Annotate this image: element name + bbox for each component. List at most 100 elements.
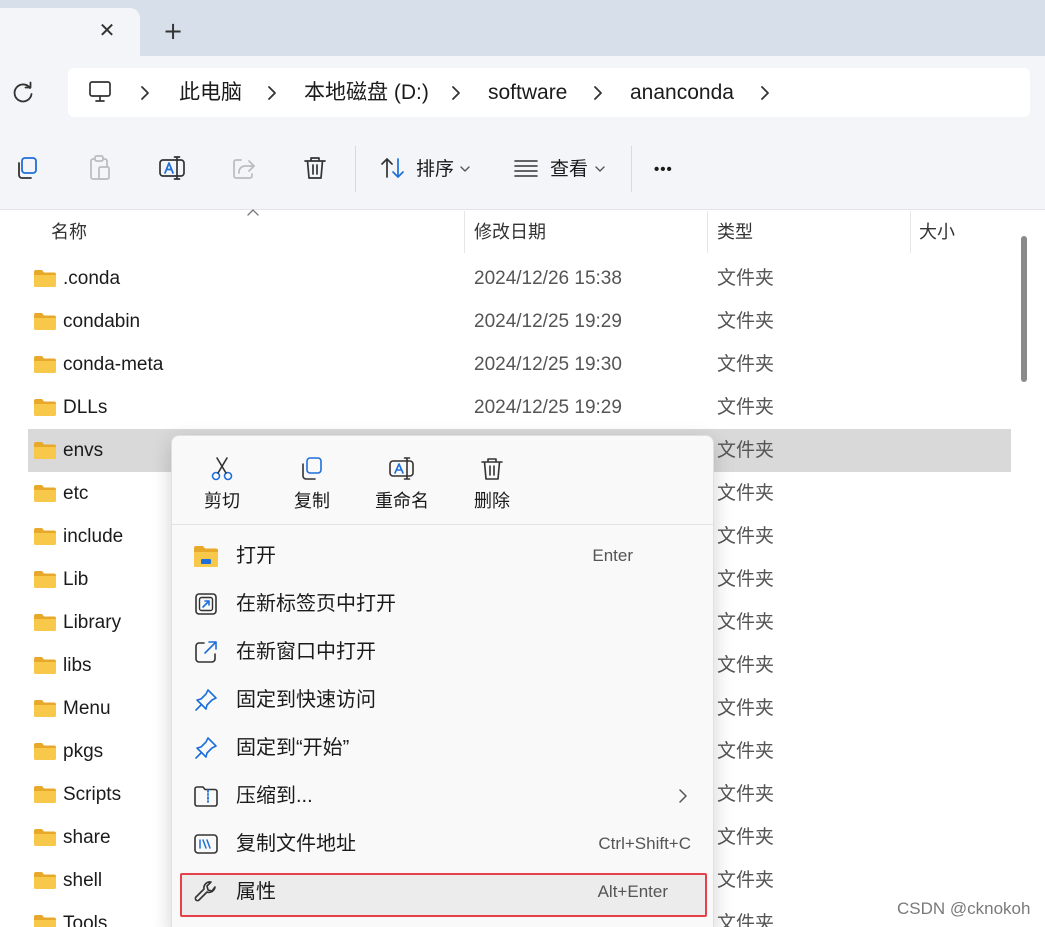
- column-divider[interactable]: [707, 211, 708, 253]
- copy-button[interactable]: 复制: [287, 490, 337, 512]
- trash-icon[interactable]: [300, 153, 330, 183]
- copy-path-icon: [194, 834, 218, 854]
- copy-icon[interactable]: [13, 153, 43, 183]
- file-modified: 2024/12/25 19:29: [474, 397, 622, 418]
- menu-item-pin-quick-access[interactable]: 固定到快速访问: [236, 687, 376, 713]
- add-tab-icon[interactable]: +: [160, 18, 186, 44]
- folder-icon: [33, 828, 57, 847]
- sort-ascending-icon: [247, 209, 259, 216]
- folder-icon: [33, 914, 57, 927]
- rename-button[interactable]: 重命名: [370, 490, 434, 512]
- file-name: shell: [63, 870, 103, 891]
- folder-icon: [33, 527, 57, 546]
- copy-icon[interactable]: [298, 455, 326, 483]
- file-modified: 2024/12/25 19:29: [474, 311, 622, 332]
- file-name: share: [63, 827, 111, 848]
- scrollbar-thumb[interactable]: [1021, 236, 1027, 382]
- column-header-name[interactable]: 名称: [51, 220, 87, 244]
- file-type: 文件夹: [717, 354, 775, 375]
- shortcut-copy-path: Ctrl+Shift+C: [598, 834, 691, 853]
- menu-item-open[interactable]: 打开: [236, 543, 276, 569]
- folder-icon: [33, 441, 57, 460]
- sort-button[interactable]: 排序: [416, 158, 454, 182]
- file-name: pkgs: [63, 741, 104, 762]
- file-type: 文件夹: [717, 483, 775, 504]
- wrench-icon: [194, 881, 216, 902]
- computer-icon[interactable]: [87, 80, 113, 104]
- file-name: etc: [63, 483, 89, 504]
- delete-button[interactable]: 删除: [467, 490, 517, 512]
- pin-icon: [195, 737, 217, 759]
- paste-icon[interactable]: [85, 153, 115, 183]
- share-icon[interactable]: [229, 153, 259, 183]
- scissors-icon[interactable]: [208, 455, 236, 483]
- menu-item-compress[interactable]: 压缩到...: [236, 783, 313, 809]
- breadcrumb-chevron-icon[interactable]: [757, 81, 773, 105]
- chevron-down-icon[interactable]: [594, 163, 606, 175]
- column-divider[interactable]: [464, 211, 465, 253]
- new-tab-icon: [195, 593, 217, 615]
- trash-icon[interactable]: [478, 455, 506, 483]
- view-button[interactable]: 查看: [550, 158, 588, 182]
- column-header-size[interactable]: 大小: [919, 220, 955, 244]
- more-options-button[interactable]: •••: [654, 158, 673, 182]
- menu-item-open-new-window[interactable]: 在新窗口中打开: [236, 639, 376, 665]
- chevron-down-icon[interactable]: [459, 163, 471, 175]
- zip-folder-icon: [194, 786, 218, 807]
- toolbar-divider: [631, 146, 632, 192]
- pin-icon: [195, 689, 217, 711]
- file-name: Scripts: [63, 784, 122, 805]
- file-type: 文件夹: [717, 698, 775, 719]
- breadcrumb-this-pc[interactable]: 此电脑: [179, 81, 242, 105]
- breadcrumb-local-disk-d[interactable]: 本地磁盘 (D:): [304, 81, 429, 105]
- file-type: 文件夹: [717, 784, 775, 805]
- file-type: 文件夹: [717, 526, 775, 547]
- file-modified: 2024/12/25 19:30: [474, 354, 622, 375]
- breadcrumb-software[interactable]: software: [488, 81, 567, 105]
- file-name: DLLs: [63, 397, 108, 418]
- rename-icon[interactable]: [157, 153, 187, 183]
- file-name: Lib: [63, 569, 89, 590]
- close-tab-icon[interactable]: ✕: [95, 18, 119, 42]
- folder-icon: [33, 613, 57, 632]
- column-header-type[interactable]: 类型: [717, 220, 753, 244]
- column-header-modified[interactable]: 修改日期: [474, 220, 546, 244]
- refresh-icon[interactable]: [10, 80, 36, 106]
- menu-item-pin-start[interactable]: 固定到“开始”: [236, 735, 349, 761]
- folder-icon: [33, 355, 57, 374]
- column-divider[interactable]: [910, 211, 911, 253]
- breadcrumb-chevron-icon[interactable]: [137, 81, 153, 105]
- file-name: Tools: [63, 913, 108, 927]
- view-icon[interactable]: [511, 153, 541, 183]
- shortcut-open: Enter: [592, 546, 633, 565]
- file-type: 文件夹: [717, 311, 775, 332]
- file-name: envs: [63, 440, 104, 461]
- folder-icon: [33, 312, 57, 331]
- rename-icon[interactable]: [388, 455, 416, 483]
- folder-icon: [33, 656, 57, 675]
- watermark: CSDN @cknokoh: [897, 899, 1031, 918]
- file-type: 文件夹: [717, 827, 775, 848]
- file-type: 文件夹: [717, 655, 775, 676]
- tab-current[interactable]: [0, 8, 140, 56]
- sort-icon[interactable]: [378, 153, 408, 183]
- folder-icon: [33, 699, 57, 718]
- folder-icon: [33, 871, 57, 890]
- menu-item-copy-path[interactable]: 复制文件地址: [236, 831, 356, 857]
- folder-icon: [33, 785, 57, 804]
- menu-item-properties[interactable]: 属性: [236, 879, 276, 905]
- breadcrumb-chevron-icon[interactable]: [590, 81, 606, 105]
- breadcrumb-chevron-icon[interactable]: [264, 81, 280, 105]
- breadcrumb-chevron-icon[interactable]: [448, 81, 464, 105]
- file-name: conda-meta: [63, 354, 164, 375]
- folder-open-icon: [194, 546, 218, 567]
- file-type: 文件夹: [717, 612, 775, 633]
- file-type: 文件夹: [717, 440, 775, 461]
- cut-button[interactable]: 剪切: [197, 490, 247, 512]
- submenu-chevron-icon[interactable]: [676, 786, 690, 806]
- breadcrumb-ananconda[interactable]: ananconda: [630, 81, 734, 105]
- folder-icon: [33, 269, 57, 288]
- file-type: 文件夹: [717, 569, 775, 590]
- menu-item-open-new-tab[interactable]: 在新标签页中打开: [236, 591, 396, 617]
- file-name: .conda: [63, 268, 121, 289]
